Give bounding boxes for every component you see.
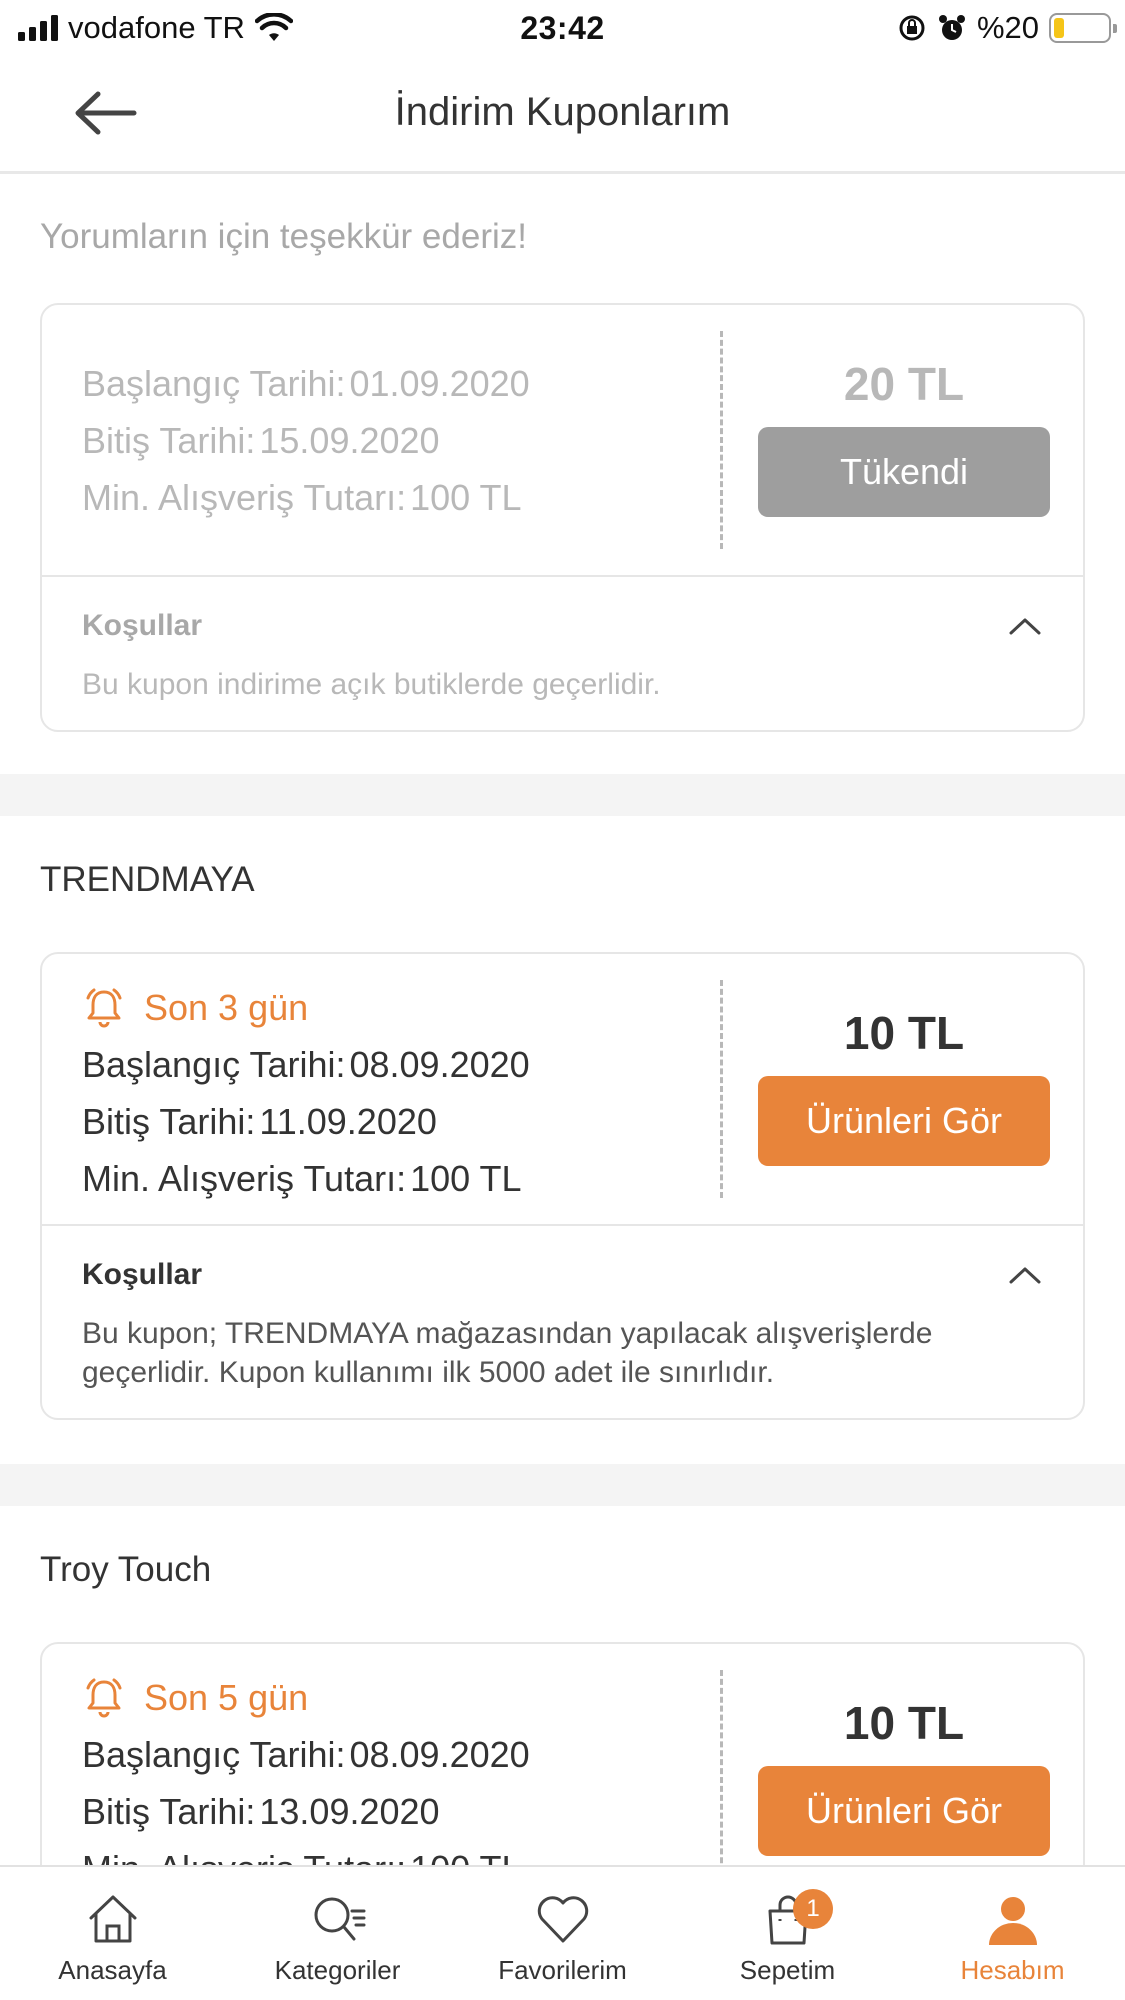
heart-icon [537,1896,588,1943]
end-date-value: 15.09.2020 [259,420,440,461]
end-date-value: 13.09.2020 [259,1791,440,1832]
dashed-divider [720,331,723,549]
nav-header: İndirim Kuponlarım [0,58,1125,174]
start-date-value: 01.09.2020 [349,363,530,404]
min-amount-label: Min. Alışveriş Tutarı: [82,1840,406,1865]
coupon-card: Son 5 gün Başlangıç Tarihi: 08.09.2020 Bi… [40,1642,1085,1865]
conditions-title: Koşullar [82,609,203,642]
home-icon [89,1895,136,1943]
start-date-label: Başlangıç Tarihi: [82,1044,346,1085]
dashed-divider [720,1670,723,1865]
status-bar: vodafone TR 23:42 %20 [0,0,1125,58]
coupon-details: Son 3 gün Başlangıç Tarihi: 08.09.2020 Bi… [42,954,1083,1226]
dashed-divider [720,980,723,1198]
min-amount-value: 100 TL [410,1158,522,1199]
conditions-text: Bu kupon; TRENDMAYA mağazasından yapılac… [82,1317,933,1389]
coupon-section: TRENDMAYA Son 3 gün Başlangıç Tarihi: 08.… [0,816,1125,1464]
tab-account[interactable]: Hesabım [900,1867,1125,2000]
coupon-section: Yorumların için teşekkür ederiz! Başlang… [0,177,1125,774]
start-date-label: Başlangıç Tarihi: [82,1734,346,1775]
chevron-up-icon[interactable] [1005,1260,1045,1290]
tab-favorites[interactable]: Favorilerim [450,1867,675,2000]
category-search-icon [314,1897,365,1941]
cart-badge: 1 [793,1889,833,1929]
chevron-up-icon[interactable] [1005,611,1045,641]
section-title: TRENDMAYA [40,860,255,899]
start-date-value: 08.09.2020 [349,1734,530,1775]
battery-percentage: %20 [976,10,1039,45]
start-date-value: 08.09.2020 [349,1044,530,1085]
view-products-button[interactable]: Ürünleri Gör [758,1076,1050,1166]
battery-level [1054,18,1065,38]
section-title: Troy Touch [40,1550,212,1589]
tab-cart[interactable]: 1 Sepetim [675,1867,900,2000]
coupon-amount: 10 TL [843,1007,965,1059]
coupon-section: Troy Touch Son 5 gün Başlangıç Tarihi: 08… [0,1506,1125,1865]
coupon-card: Son 3 gün Başlangıç Tarihi: 08.09.2020 Bi… [40,952,1085,1420]
start-date-label: Başlangıç Tarihi: [82,363,346,404]
conditions-panel: Koşullar Bu kupon indirime açık butikler… [42,577,1083,730]
coupon-details: Başlangıç Tarihi: 01.09.2020 Bitiş Tarihi… [42,305,1083,577]
expiry-alert-text: Son 3 gün [144,987,309,1028]
tab-home[interactable]: Anasayfa [0,1867,225,2000]
coupon-info: Son 5 gün Başlangıç Tarihi: 08.09.2020 Bi… [82,1669,530,1865]
user-icon [988,1897,1037,1945]
expiry-alert: Son 5 gün [82,1669,530,1726]
coupon-card: Başlangıç Tarihi: 01.09.2020 Bitiş Tarihi… [40,303,1085,732]
view-products-button[interactable]: Ürünleri Gör [758,1766,1050,1856]
coupon-info: Başlangıç Tarihi: 01.09.2020 Bitiş Tarihi… [82,355,530,526]
coupon-info: Son 3 gün Başlangıç Tarihi: 08.09.2020 Bi… [82,979,530,1207]
end-date-label: Bitiş Tarihi: [82,420,256,461]
min-amount-label: Min. Alışveriş Tutarı: [82,477,407,518]
tab-label: Kategoriler [274,1955,401,1985]
coupon-amount: 20 TL [843,358,965,410]
min-amount-value: 100 TL [410,1840,521,1865]
alarm-icon [938,15,965,40]
min-amount-label: Min. Alışveriş Tutarı: [82,1158,407,1199]
tab-categories[interactable]: Kategoriler [225,1867,450,2000]
tab-label: Hesabım [960,1955,1065,1985]
sold-out-button[interactable]: Tükendi [758,427,1050,517]
page-title: İndirim Kuponlarım [394,90,731,134]
tab-label: Anasayfa [58,1955,167,1985]
coupon-amount: 10 TL [843,1697,965,1749]
conditions-title: Koşullar [82,1258,203,1291]
status-right: %20 [897,10,1117,46]
coupon-list[interactable]: Yorumların için teşekkür ederiz! Başlang… [0,177,1125,1865]
conditions-text: Bu kupon indirime açık butiklerde geçerl… [82,668,661,701]
end-date-label: Bitiş Tarihi: [82,1101,256,1142]
end-date-label: Bitiş Tarihi: [82,1791,256,1832]
section-title: Yorumların için teşekkür ederiz! [40,217,527,256]
tab-bar: Anasayfa Kategoriler Favorilerim 1 Sepet… [0,1865,1125,2000]
tab-label: Sepetim [739,1955,836,1985]
orientation-lock-icon [899,15,925,41]
tab-label: Favorilerim [498,1955,627,1985]
coupon-details: Son 5 gün Başlangıç Tarihi: 08.09.2020 Bi… [42,1644,1083,1865]
section-separator [0,1464,1125,1506]
battery-icon [1049,13,1117,43]
conditions-panel: Koşullar Bu kupon; TRENDMAYA mağazasında… [42,1226,1083,1418]
section-separator [0,774,1125,816]
expiry-alert-text: Son 5 gün [144,1677,309,1718]
end-date-value: 11.09.2020 [259,1101,437,1142]
bell-icon [86,988,122,1027]
min-amount-value: 100 TL [410,477,522,518]
bell-icon [86,1678,122,1717]
expiry-alert: Son 3 gün [82,979,530,1036]
